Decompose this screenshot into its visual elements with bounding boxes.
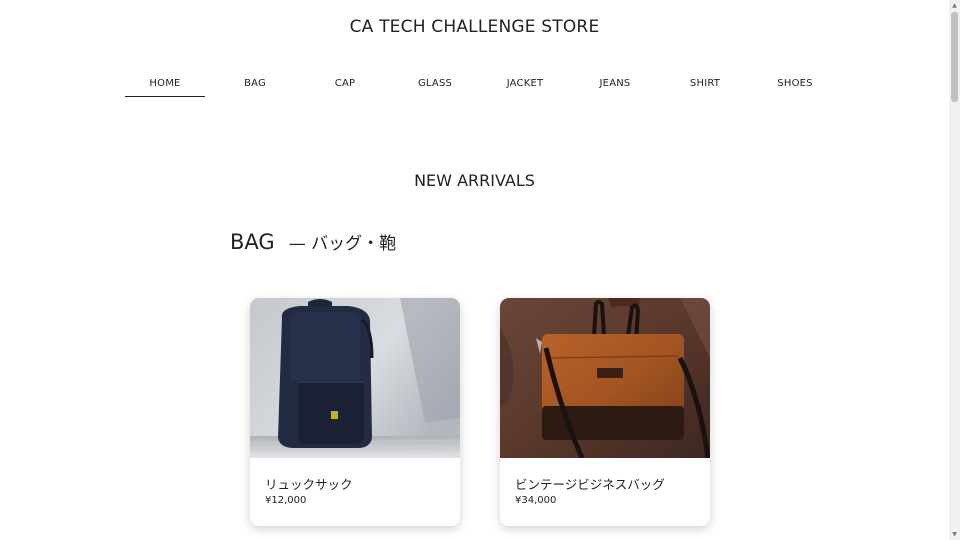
store-title[interactable]: CA TECH CHALLENGE STORE [0, 17, 949, 37]
nav-item-bag[interactable]: BAG [215, 74, 295, 96]
product-price: ¥12,000 [265, 495, 307, 506]
nav-item-jacket[interactable]: JACKET [485, 74, 565, 96]
vertical-scrollbar[interactable]: ▲ ▼ [949, 0, 960, 540]
scroll-thumb[interactable] [951, 12, 958, 102]
nav-item-cap[interactable]: CAP [305, 74, 385, 96]
category-name-en: BAG [230, 230, 275, 254]
nav-item-jeans[interactable]: JEANS [575, 74, 655, 96]
product-name: リュックサック [265, 477, 353, 492]
category-heading: BAG — バッグ・鞄 [230, 229, 396, 254]
product-card[interactable]: リュックサック ¥12,000 [250, 298, 460, 526]
product-card[interactable]: ビンテージビジネスバッグ ¥34,000 [500, 298, 710, 526]
scroll-up-arrow-icon[interactable]: ▲ [949, 0, 960, 11]
nav-item-home[interactable]: HOME [125, 74, 205, 97]
nav-item-glass[interactable]: GLASS [395, 74, 475, 96]
product-price: ¥34,000 [515, 495, 557, 506]
leather-bag-image [500, 298, 710, 458]
product-name: ビンテージビジネスバッグ [515, 477, 665, 492]
category-nav: HOME BAG CAP GLASS JACKET JEANS SHIRT SH… [125, 74, 845, 97]
nav-item-shoes[interactable]: SHOES [755, 74, 835, 96]
section-title: NEW ARRIVALS [414, 171, 535, 190]
scroll-down-arrow-icon[interactable]: ▼ [949, 529, 960, 540]
page: CA TECH CHALLENGE STORE HOME BAG CAP GLA… [0, 0, 949, 540]
category-name-jp: — バッグ・鞄 [288, 234, 397, 254]
backpack-image [250, 298, 460, 458]
nav-item-shirt[interactable]: SHIRT [665, 74, 745, 96]
